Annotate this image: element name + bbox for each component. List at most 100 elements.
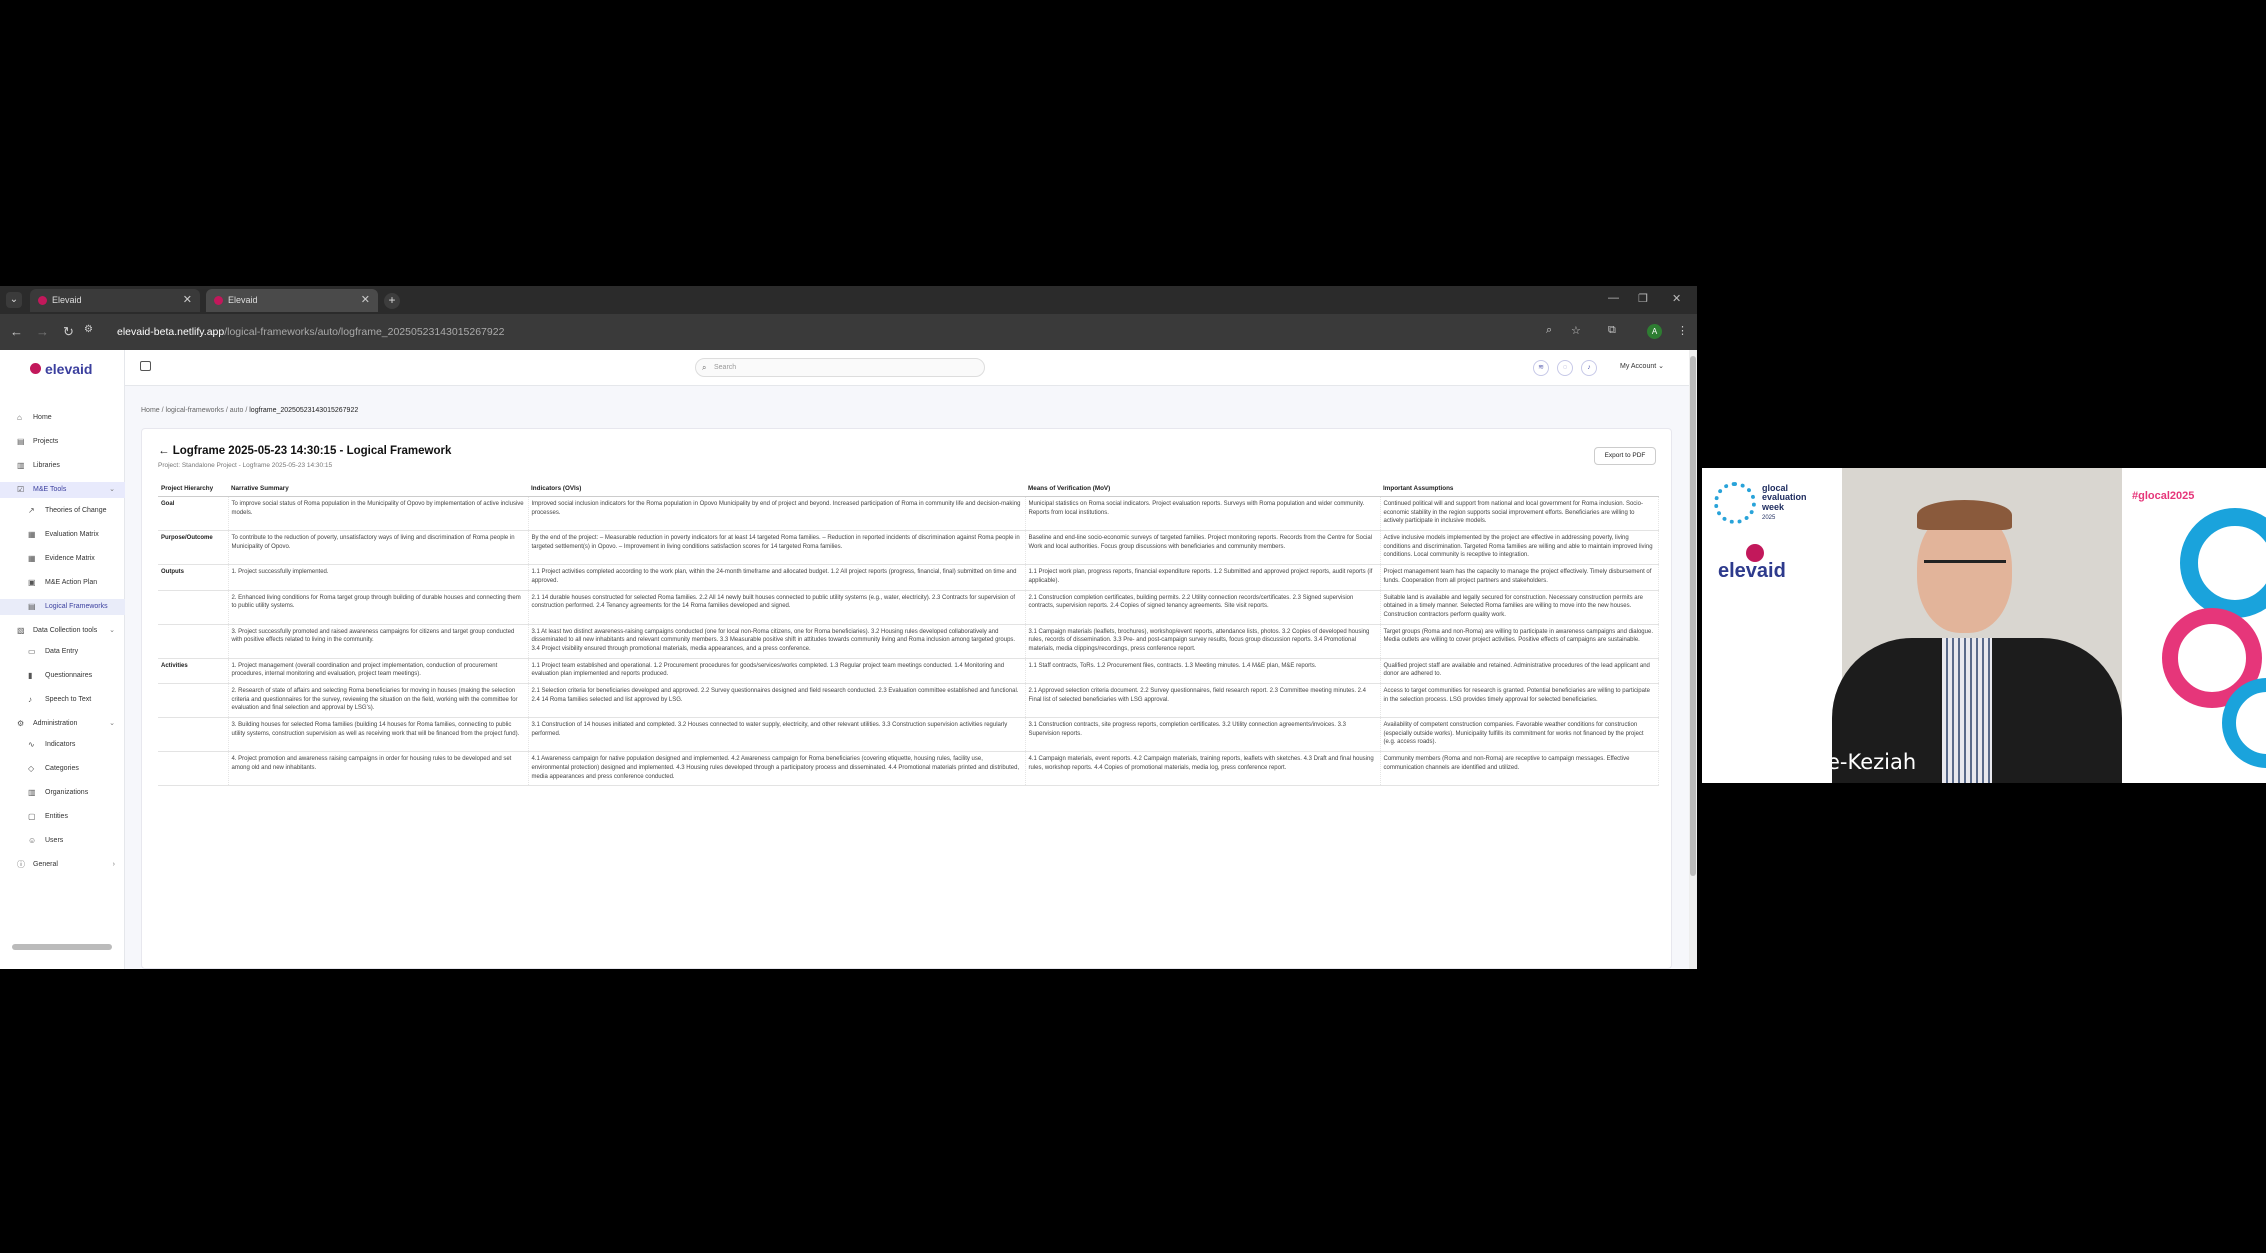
search-placeholder: Search: [714, 364, 737, 371]
page-scrollbar[interactable]: [1689, 350, 1697, 969]
gear-icon: ⚙: [17, 719, 25, 728]
sidebar-item-evaluation-matrix[interactable]: ▦ Evaluation Matrix: [0, 527, 125, 543]
sidebar-item-theories-of-change[interactable]: ↗ Theories of Change: [0, 503, 125, 519]
scrollbar-thumb[interactable]: [1690, 356, 1696, 876]
bell-icon[interactable]: ♪: [1581, 360, 1597, 376]
app-viewport: elevaid ⌂ Home ▤ Projects ▥ Libraries ☑ M&E …: [0, 350, 1689, 969]
back-icon[interactable]: ←: [10, 324, 23, 339]
mov-cell: 1.1 Staff contracts, ToRs. 1.2 Procureme…: [1025, 658, 1381, 685]
sidebar-item-data-entry[interactable]: ▭ Data Entry: [0, 644, 125, 660]
narrative-cell: 3. Building houses for selected Roma fam…: [228, 717, 529, 753]
table-row: 3. Project successfully promoted and rai…: [158, 624, 1659, 659]
elevaid-logo-icon: [30, 363, 41, 374]
column-header: Indicators (OVIs): [528, 481, 1025, 497]
indicators-cell: 2.1 14 durable houses constructed for se…: [528, 590, 1026, 625]
table-row: Goal To improve social status of Roma pop…: [158, 496, 1659, 532]
close-tab-icon[interactable]: ✕: [361, 289, 370, 312]
database-icon: ▧: [17, 626, 25, 635]
sidebar-horizontal-scrollbar[interactable]: [12, 944, 112, 950]
browser-tab-1[interactable]: Elevaid ✕: [30, 289, 200, 312]
close-window-icon[interactable]: ✕: [1672, 292, 1681, 305]
sidebar-item-libraries[interactable]: ▥ Libraries: [0, 458, 125, 474]
app-logo[interactable]: elevaid: [45, 361, 92, 377]
indicators-cell: 3.1 At least two distinct awareness-rais…: [528, 624, 1026, 659]
forward-icon[interactable]: →: [36, 324, 49, 339]
chevron-down-icon: ⌄: [109, 627, 115, 634]
library-icon: ▥: [17, 461, 25, 470]
assumptions-cell: Suitable land is available and legally s…: [1380, 590, 1659, 625]
reload-icon[interactable]: ↻: [63, 324, 74, 340]
assumptions-cell: Target groups (Roma and non-Roma) are wi…: [1380, 624, 1659, 659]
sidebar-item-logical-frameworks[interactable]: ▤ Logical Frameworks: [0, 599, 125, 615]
activity-icon[interactable]: ≋: [1533, 360, 1549, 376]
table-body: Goal To improve social status of Roma pop…: [158, 496, 1659, 787]
column-header: Means of Verification (MoV): [1025, 481, 1380, 497]
sidebar-item-label: Users: [45, 837, 64, 844]
back-arrow-icon[interactable]: ←: [158, 445, 170, 457]
breadcrumb-auto[interactable]: auto: [230, 407, 244, 414]
sidebar-item-action-plan[interactable]: ▣ M&E Action Plan: [0, 575, 125, 591]
export-pdf-button[interactable]: Export to PDF: [1594, 447, 1656, 465]
table-row: 4. Project promotion and awareness raisi…: [158, 751, 1659, 787]
sidebar-item-administration[interactable]: ⚙ Administration ⌄: [0, 716, 125, 732]
assumptions-cell: Continued political will and support fro…: [1380, 496, 1659, 532]
site-info-icon[interactable]: ⚙: [84, 324, 93, 335]
speaker-shirt: [1942, 638, 1992, 783]
breadcrumb-separator: /: [161, 407, 164, 414]
extensions-icon[interactable]: ⧉: [1608, 324, 1616, 337]
sidebar-item-indicators[interactable]: ∿ Indicators: [0, 737, 125, 753]
search-input[interactable]: ⌕ Search: [695, 358, 985, 377]
breadcrumb-home[interactable]: Home: [141, 407, 160, 414]
my-account-menu[interactable]: My Account ⌄: [1620, 362, 1664, 370]
elevaid-favicon-icon: [214, 296, 223, 305]
sidebar-item-questionnaires[interactable]: ▮ Questionnaires: [0, 668, 125, 684]
hierarchy-cell: [158, 683, 229, 719]
zoom-icon[interactable]: ⌕: [1546, 324, 1552, 337]
mov-cell: 2.1 Construction completion certificates…: [1025, 590, 1381, 625]
bookmark-star-icon[interactable]: ☆: [1571, 324, 1581, 337]
sidebar-item-label: Data Entry: [45, 648, 79, 655]
sidebar-item-label: Evaluation Matrix: [45, 531, 99, 538]
hierarchy-cell: Activities: [158, 658, 229, 685]
sidebar-item-organizations[interactable]: ▥ Organizations: [0, 785, 125, 801]
assumptions-cell: Active inclusive models implemented by t…: [1380, 530, 1659, 566]
sidebar-toggle-icon[interactable]: [140, 361, 151, 371]
sidebar-item-label: M&E Tools: [33, 486, 67, 493]
sidebar-item-me-tools[interactable]: ☑ M&E Tools ⌄: [0, 482, 125, 498]
page-subtitle: Project: Standalone Project - Logframe 2…: [158, 462, 333, 469]
sidebar-item-label: Administration: [33, 720, 78, 727]
sidebar-item-data-collection[interactable]: ▧ Data Collection tools ⌄: [0, 623, 125, 639]
chevron-down-icon: ⌄: [109, 486, 115, 493]
new-tab-icon[interactable]: +: [384, 293, 400, 309]
browser-menu-icon[interactable]: ⋮: [1677, 324, 1688, 337]
sidebar-item-label: Home: [33, 414, 52, 421]
address-bar: ← → ↻ ⚙ elevaid-beta.netlify.app/logical…: [0, 314, 1697, 350]
close-tab-icon[interactable]: ✕: [183, 289, 192, 312]
sidebar-item-label: Speech to Text: [45, 696, 92, 703]
elevaid-favicon-icon: [38, 296, 47, 305]
narrative-cell: 1. Project management (overall coordinat…: [228, 658, 529, 685]
profile-avatar[interactable]: A: [1647, 324, 1662, 339]
sidebar-item-home[interactable]: ⌂ Home: [0, 410, 125, 426]
chevron-down-icon: ⌄: [1658, 363, 1665, 370]
indicators-cell: 1.1 Project activities completed accordi…: [528, 564, 1026, 591]
hierarchy-cell: [158, 590, 229, 625]
chat-icon[interactable]: ◌: [1557, 360, 1573, 376]
questionnaire-icon: ▮: [28, 671, 33, 680]
sidebar-item-users[interactable]: ☺ Users: [0, 833, 125, 849]
sidebar-item-evidence-matrix[interactable]: ▦ Evidence Matrix: [0, 551, 125, 567]
sidebar-item-entities[interactable]: ▢ Entities: [0, 809, 125, 825]
tab-search-icon[interactable]: ⌄: [6, 292, 22, 308]
breadcrumb-logical-frameworks[interactable]: logical-frameworks: [166, 407, 224, 414]
framework-icon: ▤: [28, 602, 36, 611]
sidebar-item-speech-to-text[interactable]: ♪ Speech to Text: [0, 692, 125, 708]
url-field[interactable]: elevaid-beta.netlify.app/logical-framewo…: [117, 322, 504, 342]
glocal-logo-icon: [1714, 482, 1756, 524]
sidebar-item-projects[interactable]: ▤ Projects: [0, 434, 125, 450]
sidebar-item-general[interactable]: ⓘ General ›: [0, 857, 125, 873]
minimize-icon[interactable]: —: [1608, 292, 1619, 304]
browser-tab-2[interactable]: Elevaid ✕: [206, 289, 378, 312]
sidebar-item-label: General: [33, 861, 58, 868]
restore-icon[interactable]: ❐: [1638, 292, 1648, 305]
sidebar-item-categories[interactable]: ◇ Categories: [0, 761, 125, 777]
